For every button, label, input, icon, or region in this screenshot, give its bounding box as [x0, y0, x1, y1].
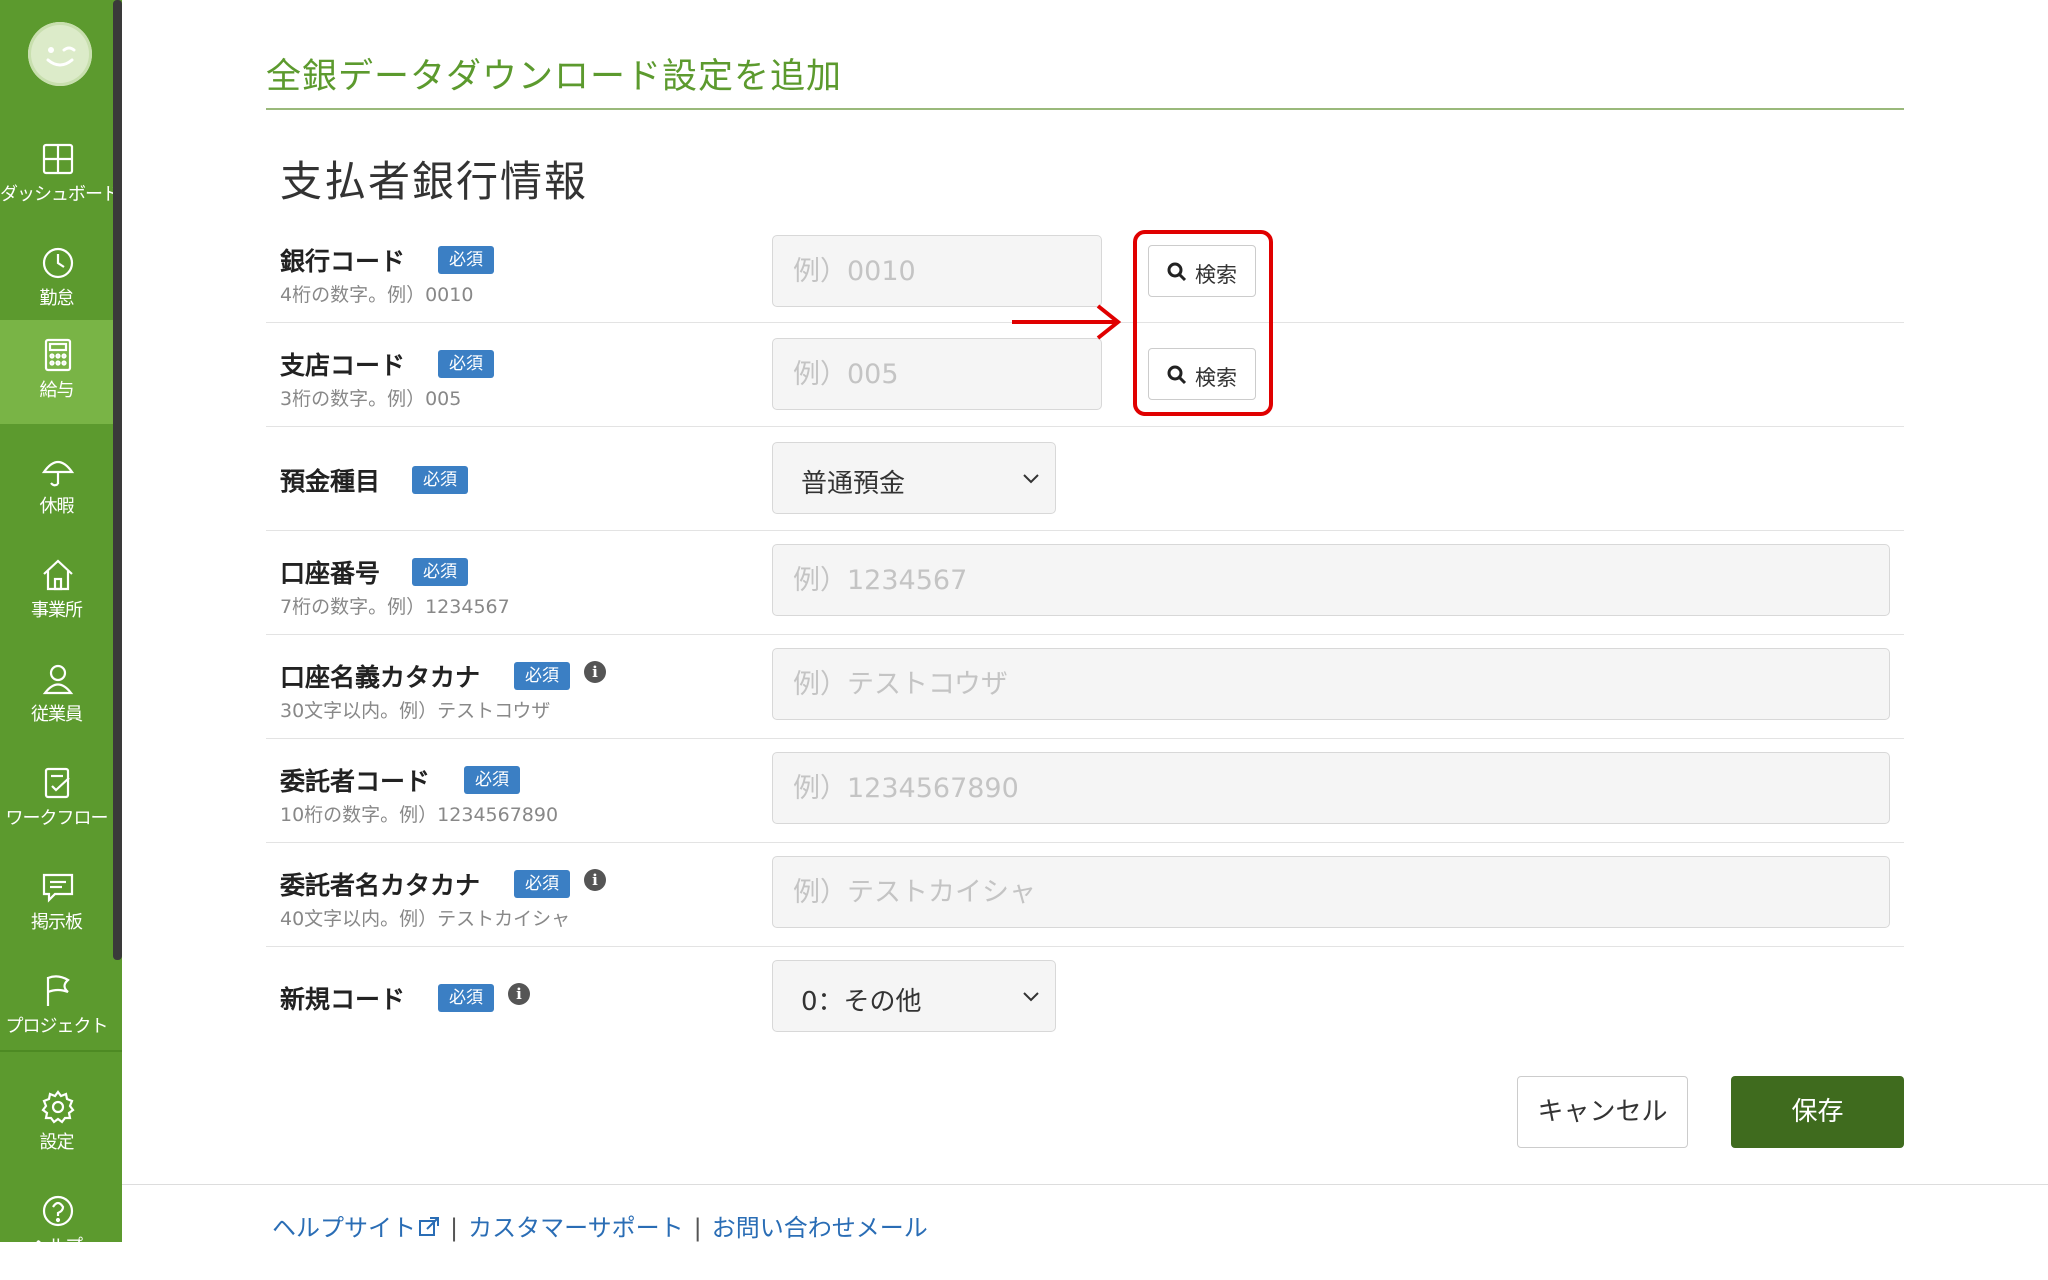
- sidebar-item-label: 事業所: [31, 600, 83, 621]
- external-link-icon: [419, 1217, 439, 1236]
- select-value: 普通預金: [801, 469, 906, 499]
- sidebar-item-employees[interactable]: 従業員: [0, 644, 113, 748]
- field-label: 委託者名カタカナ: [280, 871, 481, 900]
- account-name-input[interactable]: [772, 648, 1890, 720]
- sidebar-bottom: 設定 ヘルプ: [0, 1050, 122, 1257]
- sidebar-item-project[interactable]: プロジェクト: [0, 956, 113, 1060]
- sidebar-item-label: ダッシュボード: [0, 184, 120, 205]
- required-badge: 必須: [412, 558, 468, 586]
- contact-mail-link[interactable]: お問い合わせメール: [712, 1214, 928, 1242]
- consignor-name-input[interactable]: [772, 856, 1890, 928]
- field-label: 新規コード: [280, 985, 406, 1014]
- field-hint: 7桁の数字。例）1234567: [280, 596, 510, 618]
- sidebar-item-attendance[interactable]: 勤怠: [0, 228, 113, 332]
- help-icon: [42, 1195, 74, 1227]
- required-badge: 必須: [514, 662, 570, 690]
- field-hint: 10桁の数字。例）1234567890: [280, 804, 559, 826]
- person-icon: [42, 664, 74, 695]
- arrow-annotation-icon: [1012, 304, 1122, 340]
- sidebar-item-help[interactable]: ヘルプ: [0, 1176, 113, 1280]
- form-row-account-name: 口座名義カタカナ 必須 i 30文字以内。例）テストコウザ: [266, 634, 1904, 739]
- sidebar-item-label: 勤怠: [39, 288, 75, 309]
- info-icon[interactable]: i: [584, 869, 606, 891]
- smiley-logo-icon[interactable]: [28, 22, 92, 86]
- info-icon[interactable]: i: [584, 661, 606, 683]
- field-label: 銀行コード: [280, 247, 406, 276]
- home-icon: [43, 559, 73, 591]
- required-badge: 必須: [438, 350, 494, 378]
- deposit-type-select[interactable]: 普通預金: [772, 442, 1056, 514]
- sidebar-item-workflow[interactable]: ワークフロー: [0, 748, 113, 852]
- new-code-select[interactable]: 0：その他: [772, 960, 1056, 1032]
- sidebar-item-leave[interactable]: 休暇: [0, 436, 113, 540]
- info-icon[interactable]: i: [508, 983, 530, 1005]
- sidebar: ダッシュボード 勤怠 給与 休暇 事業所 従業員 ワークフロー 掲示板 プロジェ…: [0, 0, 122, 1257]
- required-badge: 必須: [438, 984, 494, 1012]
- chevron-down-icon: [1023, 992, 1039, 1002]
- consignor-code-input[interactable]: [772, 752, 1890, 824]
- sidebar-item-label: プロジェクト: [5, 1016, 109, 1037]
- required-badge: 必須: [514, 870, 570, 898]
- chevron-down-icon: [1023, 474, 1039, 484]
- sidebar-item-bulletin[interactable]: 掲示板: [0, 852, 113, 956]
- umbrella-icon: [41, 460, 75, 487]
- sidebar-scrollbar[interactable]: [113, 0, 122, 960]
- field-label: 委託者コード: [280, 767, 431, 796]
- required-badge: 必須: [438, 246, 494, 274]
- help-site-link[interactable]: ヘルプサイト: [272, 1214, 440, 1242]
- save-button[interactable]: 保存: [1731, 1076, 1904, 1148]
- sidebar-item-label: 掲示板: [31, 912, 83, 933]
- sidebar-item-label: 設定: [39, 1132, 75, 1153]
- form-row-consignor-code: 委託者コード 必須 10桁の数字。例）1234567890: [266, 738, 1904, 843]
- sidebar-item-dashboard[interactable]: ダッシュボード: [0, 124, 120, 228]
- footer-separator: |: [693, 1214, 702, 1242]
- field-hint: 4桁の数字。例）0010: [280, 284, 474, 306]
- chat-icon: [42, 873, 74, 903]
- footer-links: ヘルプサイト | カスタマーサポート | お問い合わせメール: [272, 1208, 928, 1243]
- customer-support-link[interactable]: カスタマーサポート: [468, 1214, 684, 1242]
- required-badge: 必須: [464, 766, 520, 794]
- footer-divider: [122, 1184, 2048, 1185]
- sidebar-item-label: ヘルプ: [31, 1236, 83, 1257]
- form-row-deposit-type: 預金種目 必須 普通預金: [266, 426, 1904, 531]
- sidebar-item-settings[interactable]: 設定: [0, 1072, 113, 1176]
- sidebar-item-payroll[interactable]: 給与: [0, 320, 113, 424]
- page-title: 全銀データダウンロード設定を追加: [266, 57, 843, 97]
- field-hint: 40文字以内。例）テストカイシャ: [280, 908, 571, 930]
- form-row-account-number: 口座番号 必須 7桁の数字。例）1234567: [266, 530, 1904, 635]
- field-hint: 3桁の数字。例）005: [280, 388, 462, 410]
- sidebar-item-label: ワークフロー: [5, 808, 109, 829]
- sidebar-item-office[interactable]: 事業所: [0, 540, 113, 644]
- sidebar-item-label: 休暇: [39, 496, 75, 517]
- field-label: 支店コード: [280, 351, 406, 380]
- footer-separator: |: [450, 1214, 459, 1242]
- highlight-annotation-box: [1133, 230, 1273, 416]
- bank-code-input[interactable]: [772, 235, 1102, 307]
- section-title: 支払者銀行情報: [280, 157, 589, 206]
- flag-icon: [46, 975, 70, 1006]
- form-row-new-code: 新規コード 必須 i 0：その他: [266, 946, 1904, 1050]
- account-number-input[interactable]: [772, 544, 1890, 616]
- form-row-consignor-name: 委託者名カタカナ 必須 i 40文字以内。例）テストカイシャ: [266, 842, 1904, 947]
- checklist-icon: [44, 767, 70, 799]
- sidebar-item-label: 従業員: [31, 704, 83, 725]
- gear-icon: [41, 1090, 75, 1124]
- branch-code-input[interactable]: [772, 338, 1102, 410]
- required-badge: 必須: [412, 466, 468, 494]
- field-label: 口座番号: [280, 559, 381, 588]
- select-value: 0：その他: [801, 987, 922, 1017]
- field-label: 預金種目: [280, 467, 381, 496]
- field-hint: 30文字以内。例）テストコウザ: [280, 700, 551, 722]
- clock-icon: [42, 247, 74, 279]
- sidebar-item-label: 給与: [39, 380, 75, 401]
- title-divider: [266, 108, 1904, 110]
- field-label: 口座名義カタカナ: [280, 663, 481, 692]
- calculator-icon: [44, 338, 72, 372]
- cancel-button[interactable]: キャンセル: [1517, 1076, 1688, 1148]
- dashboard-icon: [42, 143, 74, 175]
